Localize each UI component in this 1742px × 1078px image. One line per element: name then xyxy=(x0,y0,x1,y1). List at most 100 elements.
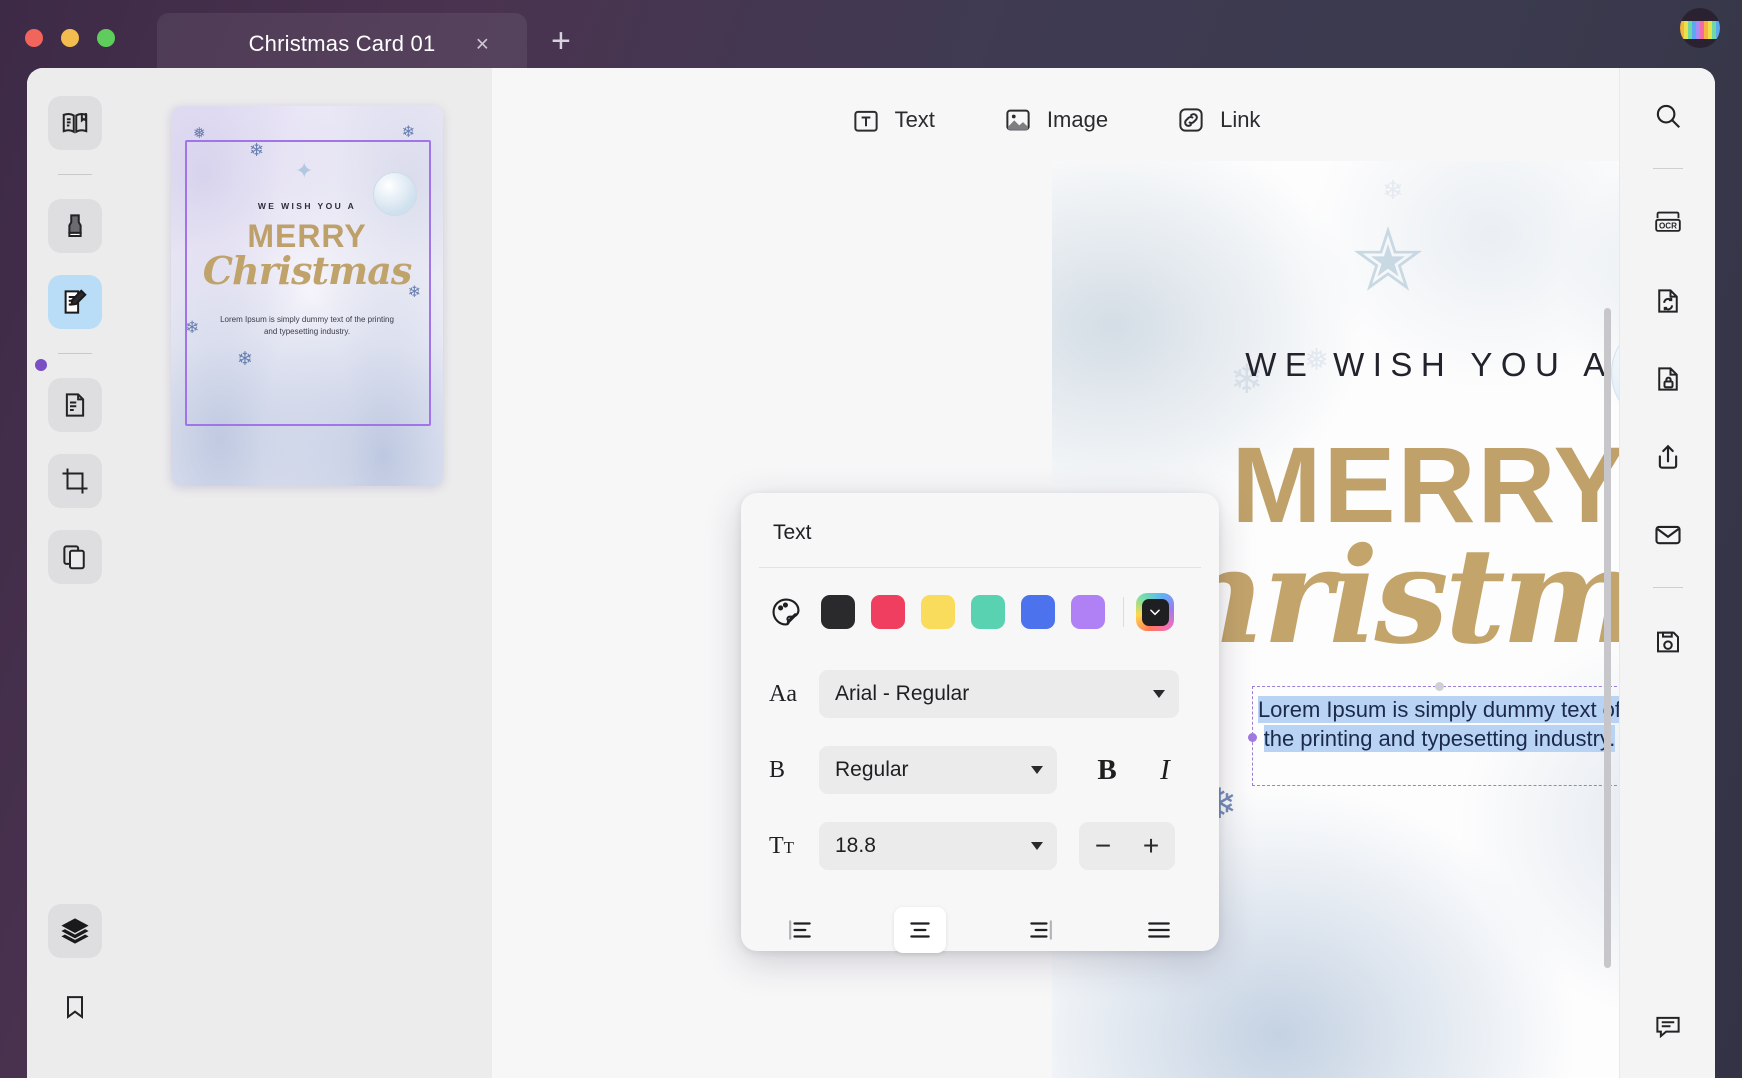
swatch-red[interactable] xyxy=(871,595,905,629)
swatch-yellow[interactable] xyxy=(921,595,955,629)
layers-icon xyxy=(59,915,91,947)
chevron-down-icon xyxy=(1031,842,1043,850)
toolbar-item-image[interactable]: Image xyxy=(1003,105,1108,135)
align-left-button[interactable] xyxy=(775,907,827,953)
right-tool-rail: OCR xyxy=(1619,68,1715,1078)
mail-icon xyxy=(1653,520,1683,550)
share-icon xyxy=(1653,442,1683,472)
comment-icon xyxy=(1653,1011,1683,1041)
active-tool-indicator xyxy=(35,359,47,371)
ocr-icon: OCR xyxy=(1652,207,1684,239)
font-size-select[interactable]: 18.8 xyxy=(819,822,1057,870)
bold-button[interactable]: B xyxy=(1083,746,1131,794)
swatch-teal[interactable] xyxy=(971,595,1005,629)
align-right-button[interactable] xyxy=(1014,907,1066,953)
comment-button[interactable] xyxy=(1642,1000,1694,1052)
text-properties-panel: Text Aa Arial - Regular B Regular B I TT… xyxy=(741,493,1219,953)
rail-divider-2 xyxy=(57,353,92,354)
vertical-scrollbar[interactable] xyxy=(1604,308,1611,968)
color-palette-icon[interactable] xyxy=(769,595,803,629)
edit-toolbar: Text Image Link xyxy=(492,68,1619,163)
custom-color-picker[interactable] xyxy=(1136,593,1174,631)
search-icon xyxy=(1653,101,1683,131)
convert-button[interactable] xyxy=(1642,275,1694,327)
swatch-black[interactable] xyxy=(821,595,855,629)
main-content-area: Text Image Link ❄ ❅ ❄ ❄ ✭ WE WISH YOU A … xyxy=(492,68,1619,1078)
new-tab-icon[interactable]: + xyxy=(551,24,571,58)
right-rail-bottom xyxy=(1642,1000,1694,1078)
text-box-icon xyxy=(851,105,881,135)
sidebar-item-crop-page[interactable] xyxy=(47,454,102,508)
toolbar-item-text[interactable]: Text xyxy=(851,105,935,135)
sidebar-item-page-manager[interactable] xyxy=(47,530,102,584)
email-button[interactable] xyxy=(1642,509,1694,561)
font-size-icon: TT xyxy=(769,832,795,859)
font-style-row: B Regular B I xyxy=(741,732,1219,808)
app-window: ❅ ❄ ❄ ❄ ❄ ❄ ✦ WE WISH YOU A MERRY Christ… xyxy=(27,68,1715,1078)
snow-decor: ❄ xyxy=(401,124,415,141)
close-tab-icon[interactable]: × xyxy=(476,32,489,56)
sidebar-item-bookmarks[interactable] xyxy=(48,980,102,1034)
align-center-button[interactable] xyxy=(894,907,947,953)
swatch-divider xyxy=(1123,597,1124,627)
protect-button[interactable] xyxy=(1642,353,1694,405)
chevron-down-icon xyxy=(1031,766,1043,774)
right-rail-divider-2 xyxy=(1652,587,1683,588)
font-size-stepper: − + xyxy=(1079,822,1175,870)
page-thumbnail[interactable]: ❅ ❄ ❄ ❄ ❄ ❄ ✦ WE WISH YOU A MERRY Christ… xyxy=(171,106,443,486)
thumbnail-christmas: Christmas xyxy=(202,248,413,293)
search-button[interactable] xyxy=(1642,90,1694,142)
document-body-text[interactable]: Lorem Ipsum is simply dummy text of the … xyxy=(1253,695,1619,753)
sidebar-item-highlighter[interactable] xyxy=(47,199,102,253)
toolbar-item-link[interactable]: Link xyxy=(1176,105,1260,135)
avatar-image xyxy=(1680,21,1720,39)
font-size-increase-button[interactable]: + xyxy=(1127,822,1175,870)
font-style-icon: B xyxy=(769,756,786,783)
italic-button[interactable]: I xyxy=(1141,746,1189,794)
book-icon xyxy=(60,108,90,138)
color-swatch-row xyxy=(741,568,1219,656)
svg-text:OCR: OCR xyxy=(1658,222,1676,231)
toolbar-item-link-label: Link xyxy=(1220,106,1261,132)
font-style-select[interactable]: Regular xyxy=(819,746,1057,794)
zoom-window-button[interactable] xyxy=(97,28,115,47)
chevron-down-icon xyxy=(1153,690,1165,698)
save-button[interactable] xyxy=(1642,616,1694,668)
avatar[interactable] xyxy=(1680,8,1720,48)
sidebar-item-layers[interactable] xyxy=(47,904,102,958)
right-rail-divider-1 xyxy=(1652,168,1683,169)
floppy-save-icon xyxy=(1653,627,1683,657)
swatch-blue[interactable] xyxy=(1021,595,1055,629)
sidebar-item-organize-page[interactable] xyxy=(47,378,102,432)
resize-handle-top[interactable] xyxy=(1434,682,1444,691)
text-alignment-row xyxy=(741,884,1219,976)
convert-file-icon xyxy=(1653,286,1683,316)
tab-title: Christmas Card 01 xyxy=(248,31,436,56)
star-decor: ✭ xyxy=(1352,213,1425,309)
image-icon xyxy=(1003,105,1033,135)
left-rail-bottom xyxy=(47,904,102,1078)
document-line1: WE WISH YOU A xyxy=(1245,346,1614,383)
ocr-button[interactable]: OCR xyxy=(1642,197,1694,249)
document-tab[interactable]: Christmas Card 01 × xyxy=(157,13,527,75)
align-justify-button[interactable] xyxy=(1133,907,1185,953)
font-size-decrease-button[interactable]: − xyxy=(1079,822,1127,870)
font-family-select[interactable]: Arial - Regular xyxy=(819,670,1179,718)
swatch-purple[interactable] xyxy=(1071,595,1105,629)
sidebar-item-reader-view[interactable] xyxy=(47,96,102,150)
lock-file-icon xyxy=(1653,364,1683,394)
copy-pages-icon xyxy=(60,542,90,572)
sidebar-item-edit-content[interactable] xyxy=(47,275,102,329)
crop-icon xyxy=(60,466,90,496)
minimize-window-button[interactable] xyxy=(61,28,79,47)
traffic-lights xyxy=(25,28,115,47)
snow-decor: ❄ xyxy=(1382,175,1404,205)
font-style-value: Regular xyxy=(835,758,909,781)
thumbnail-body: Lorem Ipsum is simply dummy text of the … xyxy=(220,315,394,336)
selected-text-box[interactable]: Lorem Ipsum is simply dummy text of the … xyxy=(1248,682,1619,786)
highlighter-icon xyxy=(60,211,90,241)
font-size-row: TT 18.8 − + xyxy=(741,808,1219,884)
toolbar-item-image-label: Image xyxy=(1046,106,1109,132)
close-window-button[interactable] xyxy=(25,28,43,47)
share-button[interactable] xyxy=(1642,431,1694,483)
